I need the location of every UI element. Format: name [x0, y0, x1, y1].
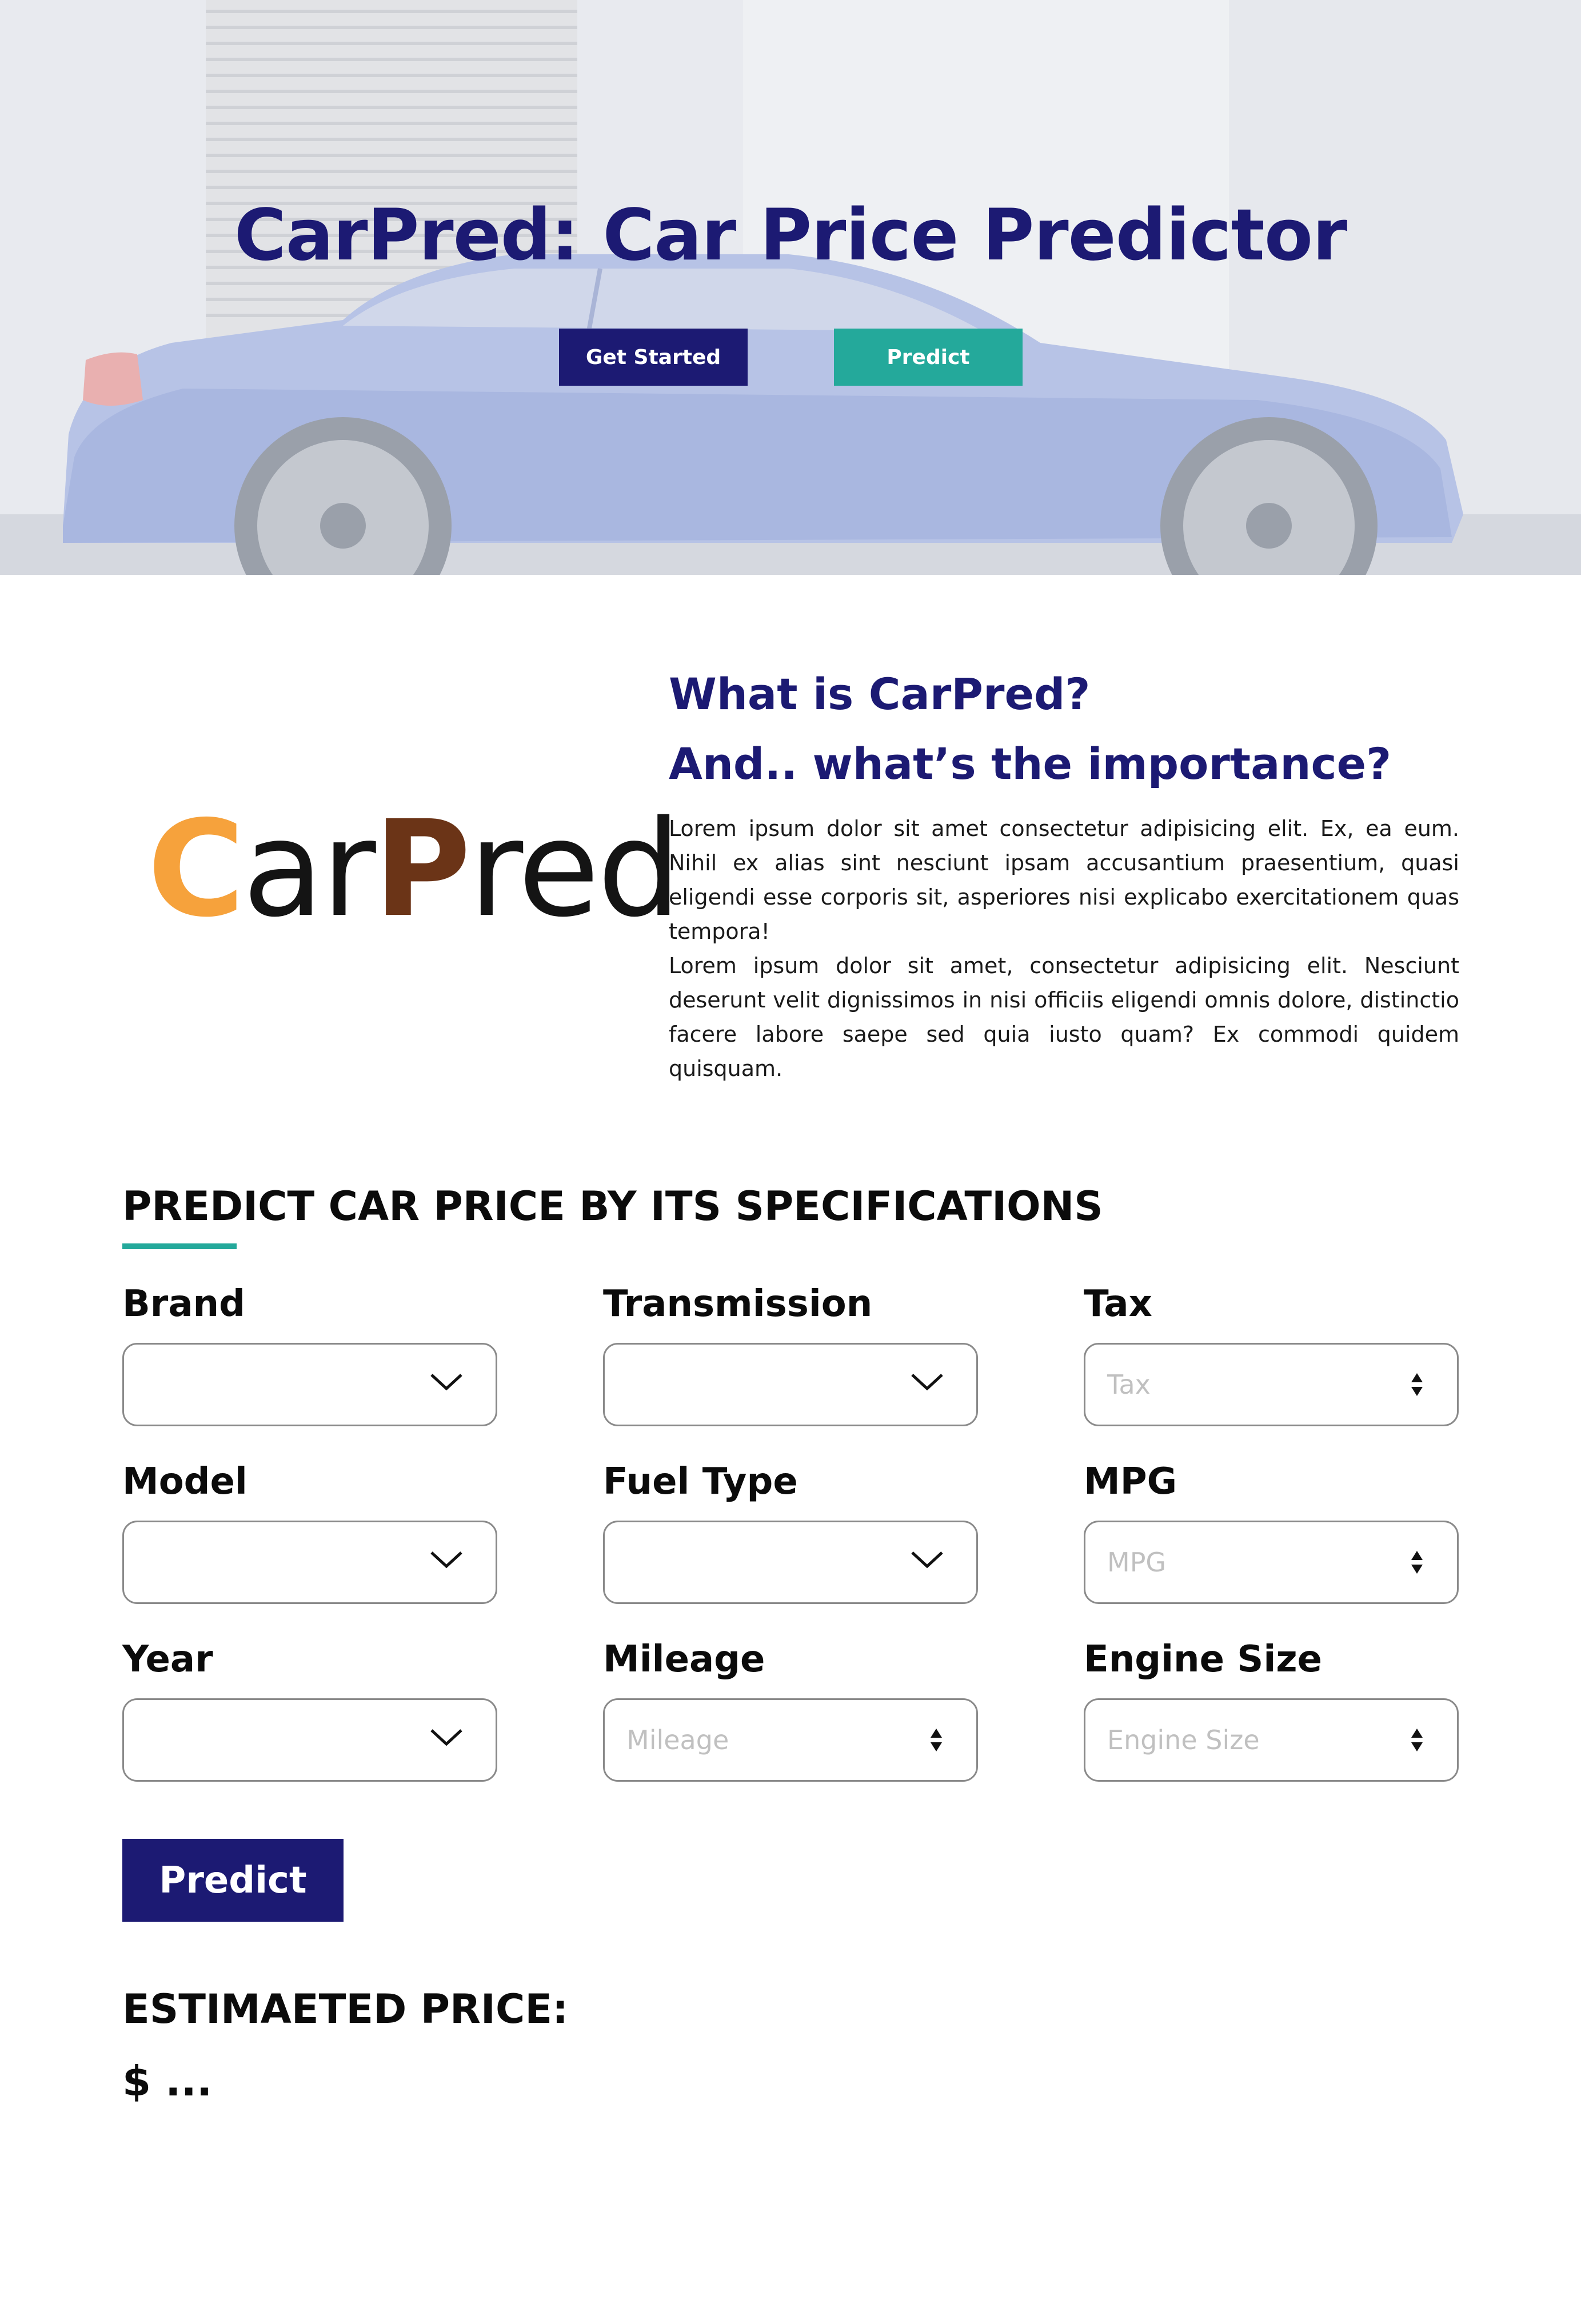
model-select[interactable]: [122, 1521, 497, 1604]
number-spinner-icon[interactable]: [1410, 1727, 1424, 1753]
hero-predict-button[interactable]: Predict: [834, 329, 1023, 386]
transmission-label: Transmission: [603, 1283, 873, 1325]
logo-letter-c: C: [147, 792, 245, 946]
chevron-down-icon: [430, 1551, 462, 1569]
tax-placeholder: Tax: [1107, 1369, 1151, 1400]
hero-title: CarPred: Car Price Predictor: [234, 194, 1347, 277]
number-spinner-icon[interactable]: [1410, 1372, 1424, 1397]
mileage-label: Mileage: [603, 1638, 765, 1681]
car-background-image: [0, 0, 1581, 575]
mpg-input[interactable]: MPG: [1084, 1521, 1459, 1604]
about-paragraph-1: Lorem ipsum dolor sit amet consectetur a…: [669, 816, 1459, 944]
estimated-price-value: $ ...: [122, 2057, 213, 2105]
fuel-type-select[interactable]: [603, 1521, 978, 1604]
mileage-input[interactable]: Mileage: [603, 1698, 978, 1782]
logo-letter-p: P: [373, 792, 471, 946]
carpred-logo: CarPred: [147, 803, 681, 935]
fuel-type-label: Fuel Type: [603, 1461, 798, 1503]
number-spinner-icon[interactable]: [929, 1727, 943, 1753]
brand-select[interactable]: [122, 1343, 497, 1426]
logo-letters-red: red: [468, 792, 681, 946]
engine-size-label: Engine Size: [1084, 1638, 1322, 1681]
about-description: Lorem ipsum dolor sit amet consectetur a…: [669, 811, 1459, 1086]
chevron-down-icon: [911, 1374, 943, 1391]
get-started-button[interactable]: Get Started: [559, 329, 748, 386]
year-select[interactable]: [122, 1698, 497, 1782]
about-paragraph-2: Lorem ipsum dolor sit amet, consectetur …: [669, 953, 1459, 1081]
form-title: PREDICT CAR PRICE BY ITS SPECIFICATIONS: [122, 1183, 1103, 1230]
chevron-down-icon: [430, 1729, 462, 1746]
chevron-down-icon: [430, 1374, 462, 1391]
tax-input[interactable]: Tax: [1084, 1343, 1459, 1426]
year-label: Year: [122, 1638, 213, 1681]
predict-button[interactable]: Predict: [122, 1839, 344, 1922]
about-heading-line1: What is CarPred?: [669, 669, 1091, 719]
title-underline: [122, 1243, 237, 1249]
logo-letters-ar: ar: [242, 792, 376, 946]
engine-size-placeholder: Engine Size: [1107, 1725, 1260, 1755]
mileage-placeholder: Mileage: [626, 1725, 729, 1755]
transmission-select[interactable]: [603, 1343, 978, 1426]
tax-label: Tax: [1084, 1283, 1152, 1325]
about-heading-line2: And.. what’s the importance?: [669, 738, 1392, 789]
chevron-down-icon: [911, 1551, 943, 1569]
brand-label: Brand: [122, 1283, 245, 1325]
model-label: Model: [122, 1461, 247, 1503]
mpg-label: MPG: [1084, 1461, 1177, 1503]
mpg-placeholder: MPG: [1107, 1547, 1167, 1578]
number-spinner-icon[interactable]: [1410, 1550, 1424, 1575]
estimated-price-label: ESTIMAETED PRICE:: [122, 1986, 569, 2033]
engine-size-input[interactable]: Engine Size: [1084, 1698, 1459, 1782]
hero-banner: CarPred: Car Price Predictor Get Started…: [0, 0, 1581, 575]
